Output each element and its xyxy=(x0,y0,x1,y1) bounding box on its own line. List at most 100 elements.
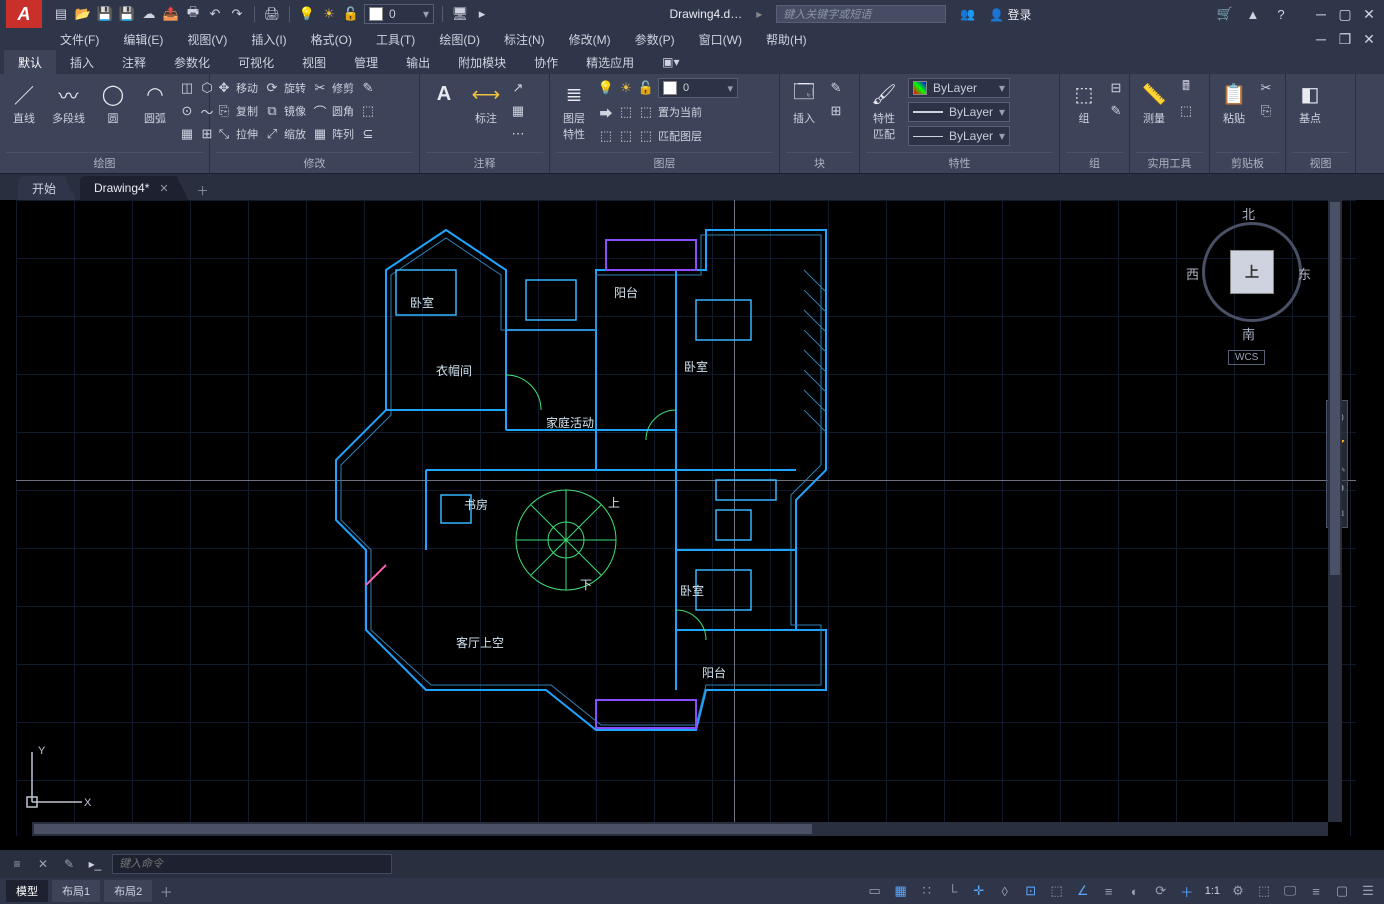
status-transp-icon[interactable]: ◐ xyxy=(1125,881,1145,901)
doc-close-icon[interactable]: ✕ xyxy=(1360,31,1378,47)
status-annoscale-icon[interactable]: ⚙ xyxy=(1228,881,1248,901)
rtab-view[interactable]: 视图 xyxy=(288,50,340,74)
status-iso-icon[interactable]: ◊ xyxy=(995,881,1015,901)
viewcube-top[interactable]: 上 xyxy=(1230,250,1274,294)
select-icon[interactable]: ⬚ xyxy=(1178,101,1194,121)
linetype-dropdown[interactable]: ByLayer▾ xyxy=(908,126,1010,146)
measure-button[interactable]: 📏测量 xyxy=(1136,78,1172,128)
rtab-insert[interactable]: 插入 xyxy=(56,50,108,74)
doc-restore-icon[interactable]: ❐ xyxy=(1336,31,1354,47)
web-save-icon[interactable]: 📤 xyxy=(162,5,180,23)
share-icon[interactable]: 🖥 xyxy=(451,5,469,23)
collab-icon[interactable]: 👥 xyxy=(960,7,975,21)
command-input[interactable] xyxy=(112,854,392,874)
open-icon[interactable]: 📂 xyxy=(74,5,92,23)
copy-clip-icon[interactable]: ⎘ xyxy=(1258,101,1274,121)
circle-button[interactable]: ◯圆 xyxy=(95,78,131,128)
block-attr-icon[interactable]: ⊞ xyxy=(828,101,844,121)
lock-icon[interactable]: 🔓 xyxy=(342,5,360,23)
doc-minimize-icon[interactable]: ─ xyxy=(1312,31,1330,47)
save-icon[interactable]: 💾 xyxy=(96,5,114,23)
drawing-canvas[interactable]: 卧室 衣帽间 阳台 卧室 家庭活动 书房 上 下 卧室 客厅上空 阳台 Y X … xyxy=(16,200,1356,836)
layer-props-button[interactable]: ≣图层 特性 xyxy=(556,78,592,144)
arc-button[interactable]: ◠圆弧 xyxy=(137,78,173,128)
status-cycle-icon[interactable]: ⟳ xyxy=(1151,881,1171,901)
rtab-default[interactable]: 默认 xyxy=(4,50,56,74)
cut-icon[interactable]: ✂ xyxy=(1258,78,1274,98)
anno-more-icon[interactable]: ⋯ xyxy=(510,124,526,144)
basepoint-button[interactable]: ◧基点 xyxy=(1292,78,1328,128)
maximize-icon[interactable]: ▢ xyxy=(1336,6,1354,22)
menu-modify[interactable]: 修改(M) xyxy=(557,28,623,50)
cart-icon[interactable]: 🛒 xyxy=(1216,5,1234,23)
offset-icon[interactable]: ⊆ xyxy=(360,124,376,144)
panel-title-group[interactable]: 组 xyxy=(1066,152,1123,171)
viewcube-west[interactable]: 西 xyxy=(1186,264,1199,283)
menu-insert[interactable]: 插入(I) xyxy=(239,28,298,50)
cmd-close-icon[interactable]: ✕ xyxy=(34,855,52,873)
color-dropdown[interactable]: ByLayer▾ xyxy=(908,78,1010,98)
sun-icon[interactable]: ☀ xyxy=(320,5,338,23)
status-snap-icon[interactable]: ∷ xyxy=(917,881,937,901)
panel-title-layer[interactable]: 图层 xyxy=(556,152,773,171)
user-icon[interactable]: 👤 登录 xyxy=(989,6,1031,23)
viewcube-wcs[interactable]: WCS xyxy=(1228,350,1265,365)
menu-help[interactable]: 帮助(H) xyxy=(754,28,819,50)
match-layer-button[interactable]: ⬚⬚⬚匹配图层 xyxy=(598,126,738,146)
viewcube-south[interactable]: 南 xyxy=(1242,324,1255,343)
status-tab-layout2[interactable]: 布局2 xyxy=(104,880,152,902)
menu-file[interactable]: 文件(F) xyxy=(48,28,111,50)
undo-icon[interactable]: ↶ xyxy=(206,5,224,23)
doc-tab-close-icon[interactable]: ✕ xyxy=(159,182,168,195)
help-icon[interactable]: ? xyxy=(1272,5,1290,23)
line-button[interactable]: ／直线 xyxy=(6,78,42,128)
mirror-button[interactable]: ⧉镜像 xyxy=(264,101,306,121)
status-monitor-icon[interactable]: 🖵 xyxy=(1280,881,1300,901)
menu-dim[interactable]: 标注(N) xyxy=(492,28,557,50)
rtab-param[interactable]: 参数化 xyxy=(160,50,224,74)
close-icon[interactable]: ✕ xyxy=(1360,6,1378,22)
play-icon[interactable]: ▸ xyxy=(473,5,491,23)
status-model-icon[interactable]: ▭ xyxy=(865,881,885,901)
explode-icon[interactable]: ⬚ xyxy=(360,101,376,121)
doc-tab-drawing4[interactable]: Drawing4*✕ xyxy=(80,176,189,200)
polyline-button[interactable]: 〰多段线 xyxy=(48,78,89,128)
calc-icon[interactable]: 🖩 xyxy=(1178,78,1194,98)
status-tab-model[interactable]: 模型 xyxy=(6,880,48,902)
insert-block-button[interactable]: 🗔插入 xyxy=(786,78,822,128)
menu-edit[interactable]: 编辑(E) xyxy=(111,28,175,50)
menu-tools[interactable]: 工具(T) xyxy=(364,28,427,50)
status-3dosnap-icon[interactable]: ⬚ xyxy=(1047,881,1067,901)
doc-tab-start[interactable]: 开始 xyxy=(18,176,76,200)
status-scale[interactable]: 1:1 xyxy=(1203,885,1222,897)
new-icon[interactable]: ▤ xyxy=(52,5,70,23)
app-switch-icon[interactable]: ▲ xyxy=(1244,5,1262,23)
status-dyn-icon[interactable]: ＋ xyxy=(1177,881,1197,901)
layer-combo-qat[interactable]: 0 ▾ xyxy=(364,4,434,24)
lineweight-dropdown[interactable]: ByLayer▾ xyxy=(908,102,1010,122)
ungroup-icon[interactable]: ⊟ xyxy=(1108,78,1124,98)
copy-button[interactable]: ⎘复制 xyxy=(216,101,258,121)
status-hw-icon[interactable]: ≡ xyxy=(1306,881,1326,901)
status-clean-icon[interactable]: ▢ xyxy=(1332,881,1352,901)
match-prop-button[interactable]: 🖌特性 匹配 xyxy=(866,78,902,144)
erase-icon[interactable]: ✎ xyxy=(360,78,376,98)
menu-param[interactable]: 参数(P) xyxy=(623,28,687,50)
stretch-button[interactable]: ⤡拉伸 xyxy=(216,124,258,144)
panel-title-prop[interactable]: 特性 xyxy=(866,152,1053,171)
menu-window[interactable]: 窗口(W) xyxy=(687,28,754,50)
panel-title-block[interactable]: 块 xyxy=(786,152,853,171)
web-open-icon[interactable]: ☁ xyxy=(140,5,158,23)
status-add-layout-icon[interactable]: ＋ xyxy=(156,881,176,901)
rtab-anno[interactable]: 注释 xyxy=(108,50,160,74)
panel-title-util[interactable]: 实用工具 xyxy=(1136,152,1203,171)
cmd-history-icon[interactable]: ≡ xyxy=(8,855,26,873)
bulb-sm-icon[interactable]: 💡 xyxy=(598,80,614,96)
move-button[interactable]: ✥移动 xyxy=(216,78,258,98)
set-current-button[interactable]: ⮕⬚⬚置为当前 xyxy=(598,102,738,122)
rtab-addon[interactable]: 附加模块 xyxy=(444,50,520,74)
print-icon[interactable]: 🖨 xyxy=(263,5,281,23)
minimize-icon[interactable]: ─ xyxy=(1312,6,1330,22)
panel-title-anno[interactable]: 注释 xyxy=(426,152,543,171)
panel-title-modify[interactable]: 修改 xyxy=(216,152,413,171)
